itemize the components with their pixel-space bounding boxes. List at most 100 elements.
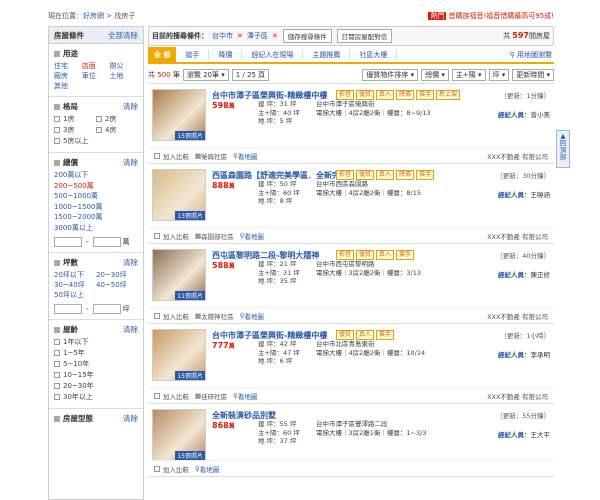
agent-label[interactable]: 經紀人員 xyxy=(498,271,524,279)
sort-main-select[interactable]: 主+陽 ▾ xyxy=(451,68,486,81)
age-option[interactable]: 1年以下 xyxy=(54,337,138,348)
checkbox-icon[interactable] xyxy=(96,116,102,122)
map-link[interactable]: ⚲ 看地圖 xyxy=(240,311,264,321)
rooms-option[interactable]: 3房 xyxy=(54,125,96,136)
age-option[interactable]: 5~10年 xyxy=(54,359,138,370)
listing-photo[interactable]: 15張照片 xyxy=(152,409,206,461)
rooms-option[interactable]: 4房 xyxy=(96,125,138,136)
collapse-icon[interactable] xyxy=(54,416,60,422)
agent-label[interactable]: 經紀人員 xyxy=(498,431,524,439)
checkbox-icon[interactable] xyxy=(54,394,60,400)
size-max-input[interactable] xyxy=(92,304,121,314)
checkbox-icon[interactable] xyxy=(154,392,160,399)
sort-quality-select[interactable]: 優質物件排序 ▾ xyxy=(362,68,419,81)
per-page-select[interactable]: 瀏覽 20筆 ▾ xyxy=(182,68,229,81)
listing-photo[interactable]: 15張照片 xyxy=(152,329,206,381)
price-option[interactable]: 1000~1500萬 xyxy=(54,202,138,213)
map-link[interactable]: ⚲ 看地圖 xyxy=(233,391,257,401)
checkbox-icon[interactable] xyxy=(154,152,160,159)
page-select[interactable]: 1 / 25 頁 xyxy=(231,68,270,81)
agent-label[interactable]: 經紀人員 xyxy=(498,191,524,199)
map-link[interactable]: ⚲ 看地圖 xyxy=(240,231,264,241)
tab-item[interactable]: 社區大樓 xyxy=(350,50,398,60)
checkbox-icon[interactable] xyxy=(54,116,60,122)
cond-city[interactable]: 台中市 xyxy=(212,31,233,41)
tab-all[interactable]: 全 部 xyxy=(148,47,177,63)
size-option[interactable]: 20~30坪 xyxy=(96,270,138,280)
compare-checkbox[interactable]: 加入比較 xyxy=(154,231,189,241)
size-option[interactable]: 40~50坪 xyxy=(96,280,138,290)
age-option[interactable]: 1~5年 xyxy=(54,348,138,359)
compare-checkbox[interactable]: 加入比較 xyxy=(154,311,189,321)
tab-item[interactable]: 降價 xyxy=(209,50,243,60)
map-link[interactable]: ⚲ 看地圖 xyxy=(233,151,257,161)
collapse-icon[interactable] xyxy=(54,51,60,57)
size-option[interactable]: 20坪以下 xyxy=(54,270,96,280)
tab-item[interactable]: 搶手 xyxy=(176,50,210,60)
use-option[interactable]: 土地 xyxy=(109,71,137,81)
age-option[interactable]: 30年以上 xyxy=(54,392,138,403)
checkbox-icon[interactable] xyxy=(54,350,60,356)
rooms-option[interactable]: 1房 xyxy=(54,114,96,125)
listing-photo[interactable]: 15張照片 xyxy=(152,89,206,141)
listing-photo[interactable]: 13張照片 xyxy=(152,169,206,221)
checkbox-icon[interactable] xyxy=(54,127,60,133)
use-option[interactable]: 廠房 xyxy=(54,71,82,81)
tab-item[interactable]: 經紀人在現場 xyxy=(242,50,304,60)
size-clear-link[interactable]: 清除 xyxy=(123,256,138,270)
remove-icon[interactable]: ✕ xyxy=(237,32,243,40)
agent-label[interactable]: 經紀人員 xyxy=(498,111,524,119)
community-link[interactable]: ▦ 榮興社區 xyxy=(195,151,227,161)
price-clear-link[interactable]: 清除 xyxy=(123,156,138,170)
price-option[interactable]: 500~1000萬 xyxy=(54,191,138,202)
price-option[interactable]: 1500~2000萬 xyxy=(54,212,138,223)
map-link[interactable]: ⚲ 看地圖 xyxy=(195,464,219,474)
size-min-input[interactable] xyxy=(54,304,82,314)
back-to-top-button[interactable]: ▲ 回頂部 xyxy=(556,130,570,168)
price-option[interactable]: 200萬以下 xyxy=(54,170,138,181)
use-option[interactable]: 辦公 xyxy=(109,61,137,71)
agent-label[interactable]: 經紀人員 xyxy=(498,351,524,359)
checkbox-icon[interactable] xyxy=(154,232,160,239)
sort-size-select[interactable]: 坪 ▾ xyxy=(488,68,510,81)
rooms-option[interactable]: 5房以上 xyxy=(54,136,96,147)
price-max-input[interactable] xyxy=(92,237,121,247)
price-option[interactable]: 200~500萬 xyxy=(54,181,138,192)
clear-all-link[interactable]: 全部清除 xyxy=(108,27,138,44)
use-option[interactable]: 住宅 xyxy=(54,61,82,71)
compare-checkbox[interactable]: 加入比較 xyxy=(154,391,189,401)
collapse-icon[interactable] xyxy=(54,260,60,266)
use-option[interactable]: 店面 xyxy=(82,61,110,71)
compare-checkbox[interactable]: 加入比較 xyxy=(154,464,189,474)
listing-photo[interactable]: 11張照片 xyxy=(152,249,206,301)
save-search-button[interactable]: 儲存搜尋條件 xyxy=(282,29,332,43)
tab-item[interactable]: 主題推薦 xyxy=(303,50,351,60)
price-min-input[interactable] xyxy=(54,237,82,247)
collapse-icon[interactable] xyxy=(54,160,60,166)
sort-update-select[interactable]: 更新時間 ▾ xyxy=(512,68,554,81)
checkbox-icon[interactable] xyxy=(54,361,60,367)
map-view-link[interactable]: ⚲ 用地圖瀏覽 xyxy=(510,50,552,60)
community-link[interactable]: ▦ 太陽神社區 xyxy=(195,311,234,321)
size-option[interactable]: 50坪以上 xyxy=(54,290,96,300)
use-option[interactable]: 車位 xyxy=(82,71,110,81)
checkbox-icon[interactable] xyxy=(54,138,60,144)
rooms-option[interactable]: 2房 xyxy=(96,114,138,125)
size-option[interactable]: 30~40坪 xyxy=(54,280,96,290)
checkbox-icon[interactable] xyxy=(54,339,60,345)
checkbox-icon[interactable] xyxy=(96,127,102,133)
community-link[interactable]: ▦ 佳研社區 xyxy=(195,391,227,401)
type-clear-link[interactable]: 清除 xyxy=(123,412,138,426)
checkbox-icon[interactable] xyxy=(154,465,160,472)
checkbox-icon[interactable] xyxy=(54,383,60,389)
crumb-home[interactable]: 好房網 xyxy=(83,12,104,20)
age-option[interactable]: 10~15年 xyxy=(54,370,138,381)
remove-icon[interactable]: ✕ xyxy=(272,32,278,40)
collapse-icon[interactable] xyxy=(54,104,60,110)
community-link[interactable]: ▦ 森園部社區 xyxy=(195,231,234,241)
sort-price-select[interactable]: 總價 ▾ xyxy=(421,68,449,81)
subscribe-button[interactable]: 訂閱房屋配對信 xyxy=(336,29,393,43)
age-clear-link[interactable]: 清除 xyxy=(123,323,138,337)
age-option[interactable]: 20~30年 xyxy=(54,381,138,392)
checkbox-icon[interactable] xyxy=(54,372,60,378)
